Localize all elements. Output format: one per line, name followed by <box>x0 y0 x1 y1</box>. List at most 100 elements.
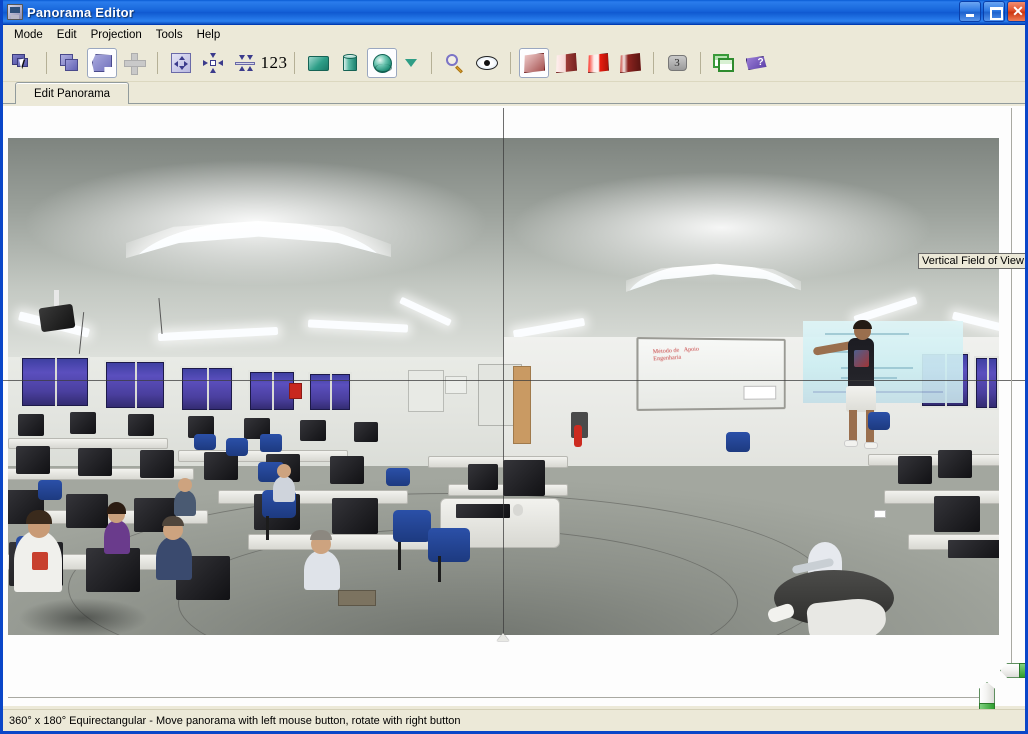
presenter-shoe <box>864 442 878 449</box>
menu-item-tools[interactable]: Tools <box>149 27 190 43</box>
sphere-projection-button[interactable] <box>367 48 397 78</box>
presenter-leg <box>849 410 857 442</box>
status-bar: 360° x 180° Equirectangular - Move panor… <box>3 709 1025 731</box>
wall-box <box>445 376 467 394</box>
application-icon <box>7 4 23 20</box>
monitor <box>204 452 238 480</box>
monitor <box>330 456 364 484</box>
projector-icon <box>38 303 76 333</box>
vertical-fov-track[interactable] <box>1011 108 1012 668</box>
horizontal-fov-track[interactable] <box>8 697 988 698</box>
wall-panel <box>408 370 444 412</box>
shirt-print <box>32 552 48 570</box>
menu-item-help[interactable]: Help <box>190 27 228 43</box>
move-button[interactable] <box>166 48 196 78</box>
crosshair-add-button[interactable] <box>119 48 149 78</box>
window-pane <box>20 356 90 408</box>
preview-window-button[interactable] <box>709 48 739 78</box>
panorama-canvas[interactable]: Método de Apoio Engenharia Vertical Fiel… <box>3 106 1025 706</box>
chair <box>38 480 62 500</box>
monitor <box>468 464 498 490</box>
center-button[interactable] <box>198 48 228 78</box>
keyboard <box>948 540 999 558</box>
projection-dropdown-button[interactable] <box>399 48 423 78</box>
slider-grip <box>1019 663 1025 678</box>
cylinder-projection-button[interactable] <box>335 48 365 78</box>
horizontal-fov-marker[interactable] <box>497 633 509 641</box>
vertical-fov-slider[interactable] <box>1000 663 1025 678</box>
monitor <box>86 548 140 592</box>
minimize-button[interactable] <box>959 1 981 22</box>
preview-eye-button[interactable] <box>472 48 502 78</box>
wooden-door <box>513 366 531 444</box>
person-head <box>178 478 192 492</box>
numeric-values-button[interactable]: 123 <box>261 48 288 78</box>
magnifier-icon <box>445 53 465 74</box>
window-pane <box>104 360 166 410</box>
toolbar: 123 3 ? <box>3 45 1025 82</box>
close-button[interactable]: ✕ <box>1007 1 1025 22</box>
chair <box>226 438 248 456</box>
menu-item-edit[interactable]: Edit <box>50 27 84 43</box>
horizontal-fov-slider[interactable] <box>979 682 995 710</box>
toolbar-separator <box>653 52 654 74</box>
quad-bright-button[interactable] <box>583 48 613 78</box>
fire-alarm-icon <box>289 383 302 399</box>
layers-button[interactable] <box>55 48 85 78</box>
title-bar: Panorama Editor ✕ <box>3 0 1025 25</box>
maximize-restore-button[interactable] <box>983 1 1005 22</box>
monitor <box>66 494 108 528</box>
menu-item-mode[interactable]: Mode <box>7 27 50 43</box>
horizon-line <box>3 380 1025 381</box>
tab-label: Edit Panorama <box>34 87 111 100</box>
numeric-values-icon: 123 <box>260 53 288 72</box>
application-window: Panorama Editor ✕ Mode Edit Projection T… <box>0 0 1028 734</box>
chair <box>393 510 431 542</box>
seated-person <box>156 536 192 580</box>
quad-shaded-icon <box>524 53 545 73</box>
vertical-fit-button[interactable] <box>230 48 260 78</box>
floor-drain <box>338 590 376 606</box>
chair <box>726 432 750 452</box>
window-pane <box>180 366 234 412</box>
eye-preview-icon <box>476 56 498 70</box>
center-shrink-icon <box>202 53 224 73</box>
count-badge-button[interactable]: 3 <box>662 48 692 78</box>
chair <box>428 528 470 562</box>
help-button[interactable]: ? <box>741 48 771 78</box>
menu-item-projection[interactable]: Projection <box>84 27 149 43</box>
mouse <box>513 504 523 516</box>
keyboard <box>456 504 510 518</box>
shape-region-icon <box>92 54 112 72</box>
monitor <box>140 450 174 478</box>
floor-shadow <box>18 598 148 635</box>
presenter-shirt-logo <box>854 350 869 367</box>
quad-half-button[interactable] <box>551 48 581 78</box>
monitor <box>70 412 96 434</box>
zoom-button[interactable] <box>440 48 470 78</box>
select-arrow-button[interactable] <box>8 48 38 78</box>
window-pane <box>974 356 999 410</box>
quad-half-icon <box>556 53 577 73</box>
whiteboard: Método de Apoio Engenharia <box>636 337 786 411</box>
quad-bright-icon <box>588 53 609 73</box>
projected-slide <box>803 321 963 403</box>
quad-dark-button[interactable] <box>615 48 645 78</box>
tooltip: Vertical Field of View <box>918 253 1025 269</box>
toolbar-separator <box>157 52 158 74</box>
quad-shaded-button[interactable] <box>519 48 549 78</box>
cylinder-projection-icon <box>343 53 357 73</box>
whiteboard-note <box>743 385 777 400</box>
tab-edit-panorama[interactable]: Edit Panorama <box>15 82 130 104</box>
rectangle-projection-button[interactable] <box>303 48 333 78</box>
monitor <box>78 448 112 476</box>
presenter-shorts <box>846 386 876 412</box>
center-line <box>503 108 504 636</box>
paper <box>874 510 886 518</box>
crosshair-add-icon <box>124 53 146 75</box>
shape-region-button[interactable] <box>87 48 117 78</box>
close-icon: ✕ <box>1012 2 1024 19</box>
window-controls: ✕ <box>959 1 1025 22</box>
window-title: Panorama Editor <box>27 4 135 20</box>
rectangle-projection-icon <box>307 55 329 71</box>
